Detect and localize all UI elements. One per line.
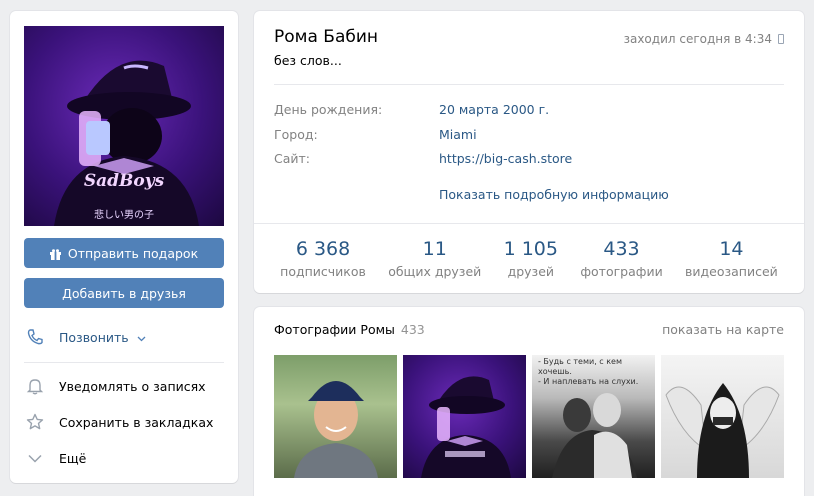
photos-count: 433 <box>400 322 425 337</box>
more-actions-label: Ещё <box>59 450 87 466</box>
photo-thumbnail[interactable] <box>403 355 526 478</box>
counter-number: 433 <box>603 238 640 260</box>
phone-icon <box>24 327 46 347</box>
profile-counters: 6 368 подписчиков 11 общих друзей 1 105 … <box>254 223 804 293</box>
add-friend-label: Добавить в друзья <box>62 285 186 301</box>
mobile-icon <box>778 34 784 44</box>
call-button[interactable]: Позвонить <box>24 322 224 352</box>
photos-title: Фотографии Ромы <box>274 322 395 337</box>
photo-thumbnail[interactable]: - Будь с теми, с кем хочешь. - И наплева… <box>532 355 655 478</box>
notify-posts-button[interactable]: Уведомлять о записях <box>24 371 224 401</box>
notify-label: Уведомлять о записях <box>59 378 206 394</box>
send-gift-label: Отправить подарок <box>67 245 199 261</box>
counter-number: 11 <box>422 238 447 260</box>
info-value[interactable]: Miami <box>439 127 477 142</box>
avatar-illustration: SadBoys 悲しい男の子 <box>54 60 199 226</box>
bookmark-label: Сохранить в закладках <box>59 414 214 430</box>
counter-photos[interactable]: 433 фотографии <box>580 224 662 293</box>
info-label: Город: <box>274 127 318 142</box>
photos-header[interactable]: Фотографии Ромы 433 <box>274 322 425 337</box>
info-label: Сайт: <box>274 151 311 166</box>
counter-mutual-friends[interactable]: 11 общих друзей <box>388 224 481 293</box>
avatar-subcaption: 悲しい男の子 <box>94 208 154 221</box>
counter-label: общих друзей <box>388 264 482 279</box>
online-status-text: заходил сегодня в 4:34 <box>623 32 772 46</box>
profile-sidebar: SadBoys 悲しい男の子 Отправить подарок Добавит… <box>10 11 238 483</box>
avatar-caption: SadBoys <box>84 171 165 191</box>
photo-image <box>294 381 378 478</box>
bookmark-button[interactable]: Сохранить в закладках <box>24 407 224 437</box>
call-label: Позвонить <box>59 329 129 345</box>
profile-name: Рома Бабин <box>274 27 379 47</box>
photo-image <box>421 376 511 478</box>
info-value[interactable]: https://big-cash.store <box>439 151 572 166</box>
counter-videos[interactable]: 14 видеозаписей <box>685 224 778 293</box>
photo-image <box>665 383 780 478</box>
counter-label: друзей <box>507 264 555 279</box>
counter-number: 6 368 <box>295 238 351 260</box>
counter-label: подписчиков <box>280 264 366 279</box>
chevron-down-icon <box>137 330 146 345</box>
photo-image <box>552 393 637 478</box>
chevron-down-icon <box>24 448 46 468</box>
counter-number: 1 105 <box>503 238 558 260</box>
add-friend-button[interactable]: Добавить в друзья <box>24 278 224 308</box>
show-more-info-link[interactable]: Показать подробную информацию <box>439 187 669 202</box>
more-actions-button[interactable]: Ещё <box>24 443 224 473</box>
online-status: заходил сегодня в 4:34 <box>624 32 784 46</box>
photo-thumbnail[interactable] <box>274 355 397 478</box>
counter-label: фотографии <box>580 264 663 279</box>
profile-avatar[interactable]: SadBoys 悲しい男の子 <box>24 26 224 226</box>
star-icon <box>24 412 46 432</box>
profile-status: без слов... <box>274 53 342 68</box>
info-value[interactable]: 20 марта 2000 г. <box>439 102 549 117</box>
photo-thumbnail[interactable] <box>661 355 784 478</box>
show-on-map-link[interactable]: показать на карте <box>662 322 784 337</box>
counter-number: 14 <box>719 238 744 260</box>
info-divider <box>274 84 784 85</box>
counter-label: видеозаписей <box>685 264 778 279</box>
sidebar-divider <box>24 362 224 363</box>
counter-friends[interactable]: 1 105 друзей <box>504 224 558 293</box>
counter-followers[interactable]: 6 368 подписчиков <box>280 224 366 293</box>
profile-info-card: Рома Бабин без слов... заходил сегодня в… <box>254 11 804 293</box>
send-gift-button[interactable]: Отправить подарок <box>24 238 224 268</box>
bell-icon <box>24 376 46 396</box>
gift-icon <box>49 248 61 260</box>
info-label: День рождения: <box>274 102 383 117</box>
photos-card: Фотографии Ромы 433 показать на карте - Б… <box>254 307 804 496</box>
